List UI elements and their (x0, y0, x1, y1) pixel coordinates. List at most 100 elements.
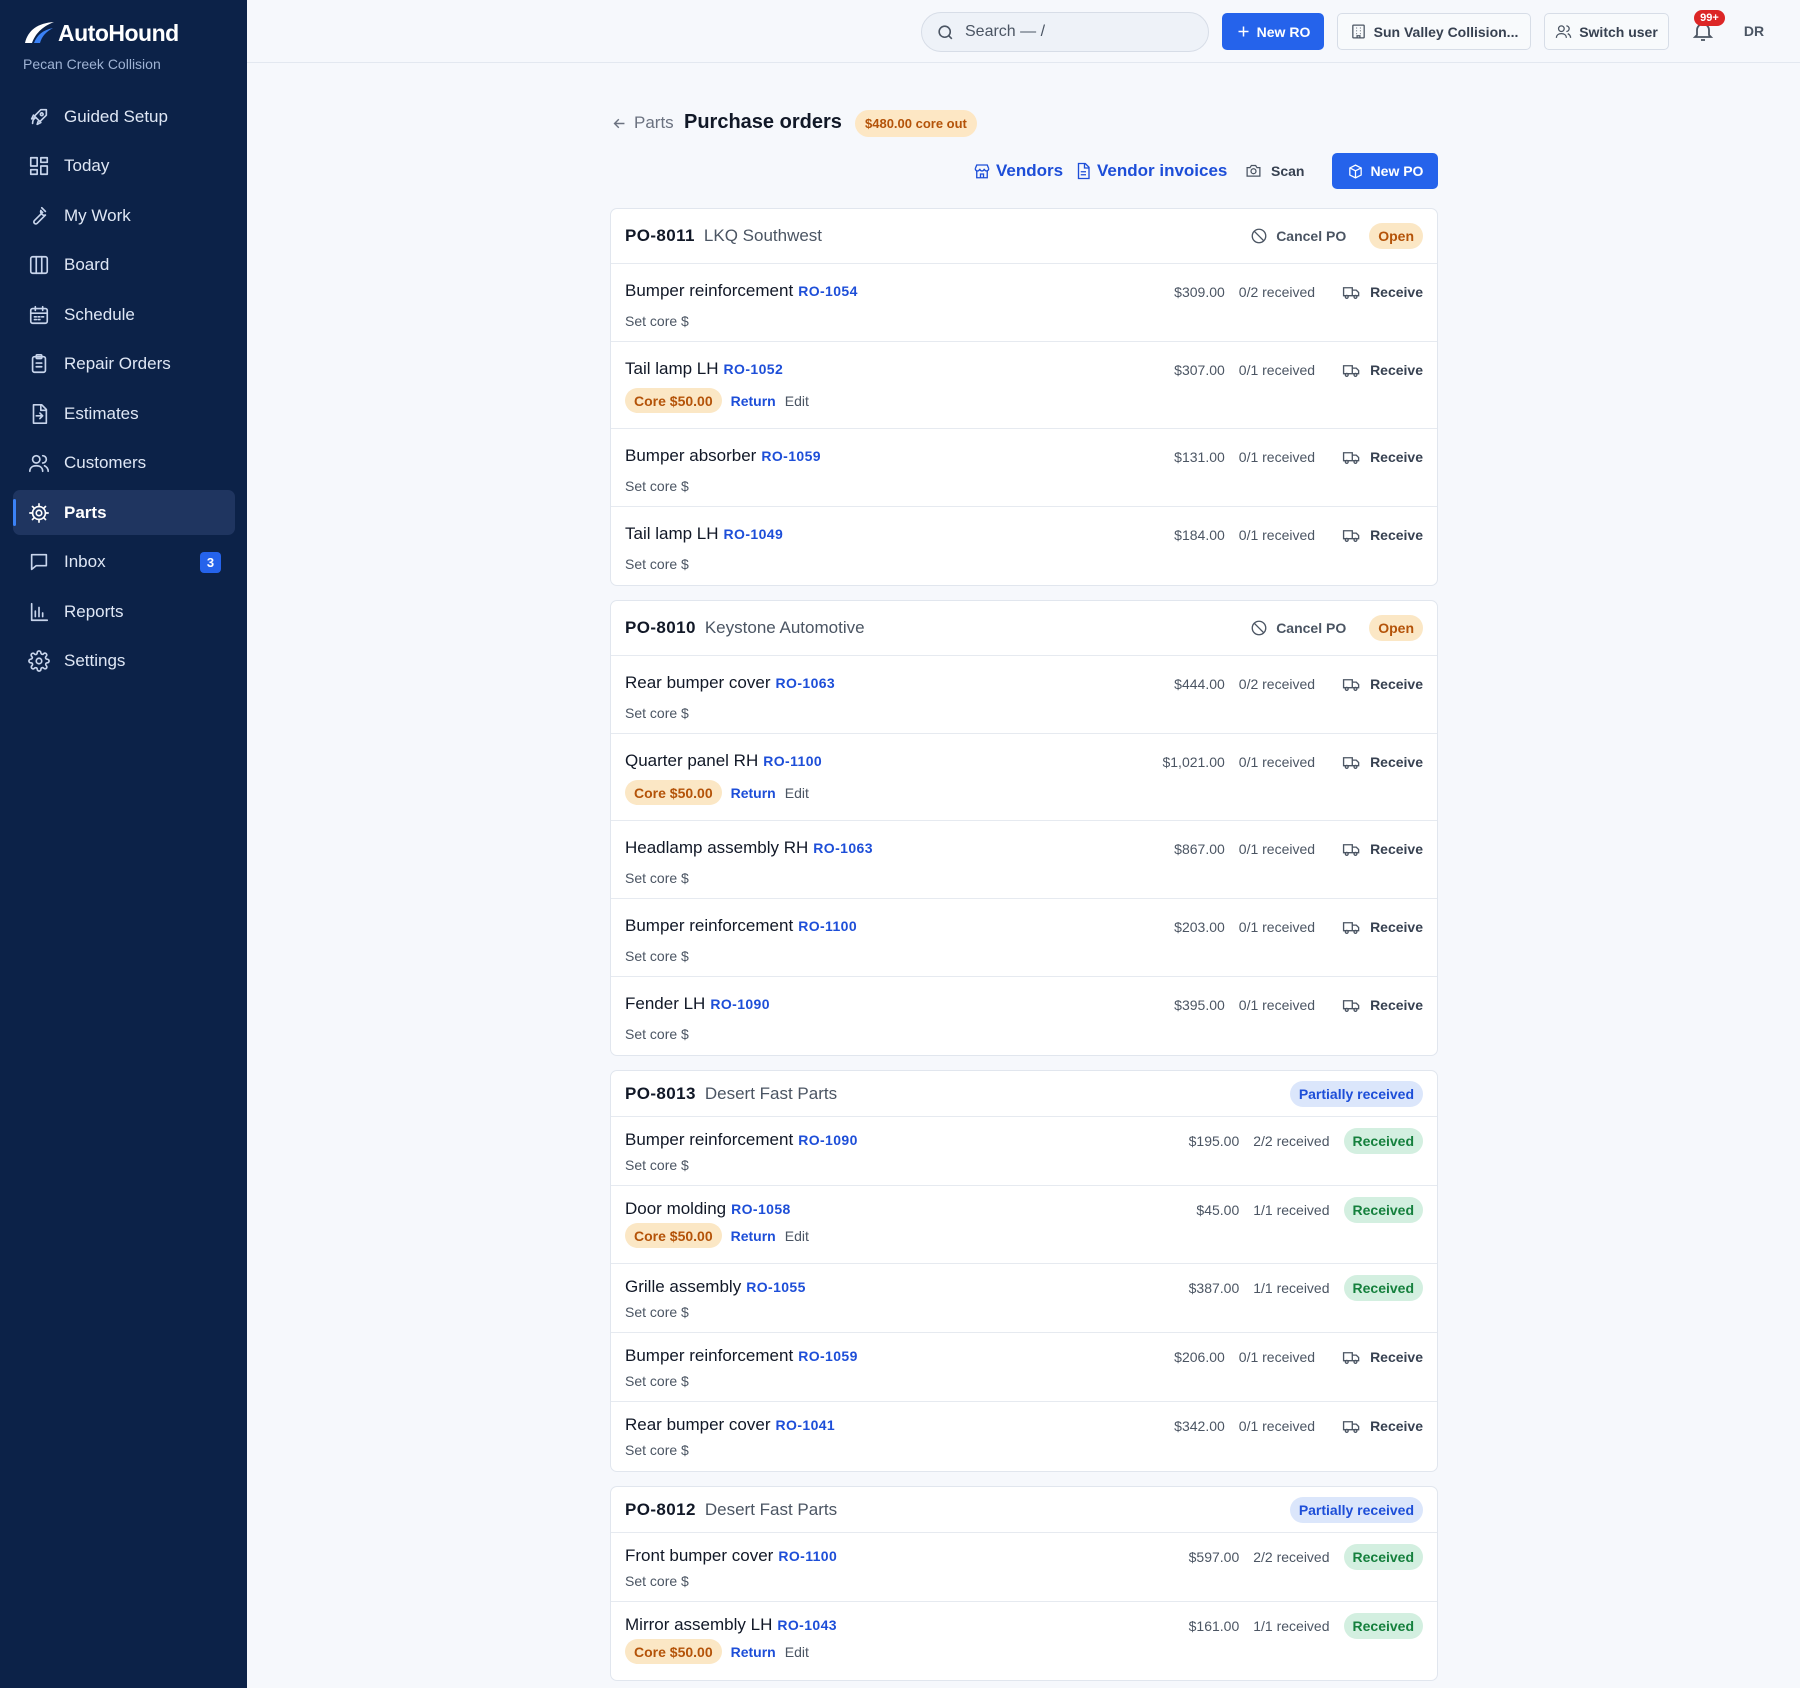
sidebar-item-customers[interactable]: Customers (13, 441, 235, 486)
vendors-link[interactable]: Vendors (973, 152, 1063, 189)
receive-button[interactable]: Receive (1342, 675, 1423, 694)
repair-order-link[interactable]: RO-1054 (798, 283, 858, 299)
part-name: Headlamp assembly RH (625, 838, 809, 857)
sidebar-item-board[interactable]: Board (13, 243, 235, 288)
sidebar-item-guided-setup[interactable]: Guided Setup (13, 94, 235, 139)
received-badge: Received (1343, 1128, 1423, 1154)
set-core-link[interactable]: Set core $ (625, 1157, 689, 1173)
receive-button[interactable]: Receive (1342, 1417, 1423, 1436)
new-ro-button[interactable]: New RO (1222, 13, 1324, 50)
sidebar-item-reports[interactable]: Reports (13, 589, 235, 634)
po-status-badge: Open (1369, 615, 1423, 641)
new-po-button[interactable]: New PO (1332, 153, 1438, 189)
set-core-link[interactable]: Set core $ (625, 1373, 689, 1389)
received-count: 1/1 received (1253, 1202, 1330, 1218)
cancel-po-label: Cancel PO (1276, 620, 1347, 636)
set-core-link[interactable]: Set core $ (625, 1442, 689, 1458)
receive-button[interactable]: Receive (1342, 918, 1423, 937)
set-core-link[interactable]: Set core $ (625, 313, 689, 329)
search-input[interactable]: Search — / (921, 12, 1209, 52)
return-core-link[interactable]: Return (731, 1228, 776, 1244)
po-number[interactable]: PO-8010 (625, 618, 696, 638)
receive-button[interactable]: Receive (1342, 526, 1423, 545)
calendar-icon (28, 304, 50, 326)
sidebar-item-label: Settings (64, 651, 126, 670)
cancel-po-button[interactable]: Cancel PO (1250, 619, 1346, 637)
receive-button[interactable]: Receive (1342, 753, 1423, 772)
set-core-link[interactable]: Set core $ (625, 556, 689, 572)
repair-order-link[interactable]: RO-1052 (724, 361, 784, 377)
sidebar-item-inbox[interactable]: Inbox 3 (13, 540, 235, 585)
sidebar-item-settings[interactable]: Settings (13, 639, 235, 684)
sidebar-item-label: Reports (64, 601, 124, 621)
return-core-link[interactable]: Return (731, 785, 776, 801)
repair-order-link[interactable]: RO-1059 (798, 1348, 858, 1364)
po-line-item: Door molding RO-1058 Core $50.00 Return Edit… (611, 1186, 1437, 1264)
return-core-link[interactable]: Return (731, 1644, 776, 1660)
received-badge: Received (1343, 1275, 1423, 1301)
line-status: $307.00 0/1 received Receive (1174, 359, 1423, 381)
edit-core-link[interactable]: Edit (785, 393, 809, 409)
set-core-link[interactable]: Set core $ (625, 948, 689, 964)
set-core-link[interactable]: Set core $ (625, 705, 689, 721)
user-avatar[interactable]: DR (1739, 19, 1769, 43)
sidebar-item-today[interactable]: Today (13, 144, 235, 189)
line-status: $1,021.00 0/1 received Receive (1162, 751, 1423, 773)
edit-core-link[interactable]: Edit (785, 1644, 809, 1660)
vendor-invoices-link[interactable]: Vendor invoices (1074, 152, 1227, 189)
repair-order-link[interactable]: RO-1090 (798, 1132, 858, 1148)
line-price: $307.00 (1174, 362, 1225, 378)
shop-selector-button[interactable]: Sun Valley Collision... (1337, 13, 1531, 50)
line-price: $45.00 (1196, 1202, 1240, 1218)
back-to-parts-link[interactable]: Parts (611, 113, 674, 133)
po-vendor: Desert Fast Parts (704, 1083, 838, 1103)
switch-user-button[interactable]: Switch user (1544, 13, 1669, 50)
sidebar-item-my-work[interactable]: My Work (13, 193, 235, 238)
repair-order-link[interactable]: RO-1100 (798, 918, 857, 934)
repair-order-link[interactable]: RO-1059 (761, 448, 821, 464)
sidebar-item-schedule[interactable]: Schedule (13, 292, 235, 337)
return-core-link[interactable]: Return (731, 393, 776, 409)
sidebar-item-repair-orders[interactable]: Repair Orders (13, 342, 235, 387)
po-number[interactable]: PO-8012 (625, 1500, 696, 1520)
po-number[interactable]: PO-8013 (625, 1084, 696, 1104)
cancel-po-label: Cancel PO (1276, 228, 1347, 244)
repair-order-link[interactable]: RO-1100 (778, 1548, 837, 1564)
scan-button[interactable]: Scan (1245, 152, 1304, 189)
set-core-link[interactable]: Set core $ (625, 870, 689, 886)
shop-selector-label: Sun Valley Collision... (1373, 23, 1519, 40)
repair-order-link[interactable]: RO-1090 (710, 996, 770, 1012)
core-charge-badge: Core $50.00 (625, 780, 722, 805)
receive-button[interactable]: Receive (1342, 1348, 1423, 1367)
sidebar-item-parts[interactable]: Parts (13, 490, 235, 535)
repair-order-link[interactable]: RO-1055 (746, 1279, 806, 1295)
edit-core-link[interactable]: Edit (785, 785, 809, 801)
receive-button[interactable]: Receive (1342, 448, 1423, 467)
users-icon (1555, 25, 1572, 38)
set-core-link[interactable]: Set core $ (625, 478, 689, 494)
receive-button[interactable]: Receive (1342, 283, 1423, 302)
repair-order-link[interactable]: RO-1043 (777, 1617, 837, 1633)
set-core-link[interactable]: Set core $ (625, 1304, 689, 1320)
repair-order-link[interactable]: RO-1058 (731, 1201, 791, 1217)
set-core-link[interactable]: Set core $ (625, 1573, 689, 1589)
po-number[interactable]: PO-8011 (625, 226, 695, 246)
repair-order-link[interactable]: RO-1100 (763, 753, 822, 769)
set-core-link[interactable]: Set core $ (625, 1026, 689, 1042)
po-line-item: Quarter panel RH RO-1100 Core $50.00 Return… (611, 734, 1437, 821)
repair-order-link[interactable]: RO-1063 (776, 675, 836, 691)
sidebar-item-estimates[interactable]: Estimates (13, 391, 235, 436)
repair-order-link[interactable]: RO-1063 (813, 840, 873, 856)
receive-button[interactable]: Receive (1342, 361, 1423, 380)
receive-button[interactable]: Receive (1342, 996, 1423, 1015)
edit-core-link[interactable]: Edit (785, 1228, 809, 1244)
repair-order-link[interactable]: RO-1049 (724, 526, 784, 542)
line-title: Bumper reinforcement RO-1100 (625, 916, 857, 936)
repair-order-link[interactable]: RO-1041 (776, 1417, 836, 1433)
received-count: 0/1 received (1238, 1418, 1316, 1434)
receive-button[interactable]: Receive (1342, 840, 1423, 859)
brand-logo[interactable]: AutoHound (22, 18, 179, 48)
truck-icon (1342, 1420, 1360, 1433)
cancel-po-button[interactable]: Cancel PO (1250, 227, 1346, 245)
bar-chart-icon (30, 602, 49, 621)
